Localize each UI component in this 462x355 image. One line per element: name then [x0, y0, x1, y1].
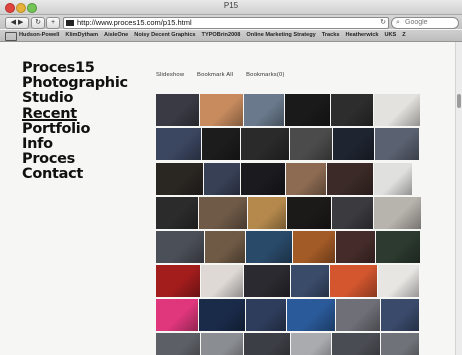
photo-thumbnail[interactable]	[244, 333, 290, 355]
photo-thumbnail[interactable]	[248, 197, 286, 229]
photo-thumbnail[interactable]	[374, 163, 412, 195]
bookmark-item[interactable]: Tracks	[322, 30, 340, 41]
photo-thumbnail[interactable]	[375, 128, 419, 160]
bookmark-item[interactable]: AisleOne	[104, 30, 128, 41]
window-title: P15	[223, 1, 239, 10]
vertical-scrollbar[interactable]	[455, 42, 462, 355]
nav-item-contact[interactable]: Contact	[22, 167, 128, 182]
rss-arrow-icon[interactable]: ↻	[380, 18, 386, 28]
photo-thumbnail[interactable]	[333, 128, 374, 160]
photo-thumbnail[interactable]	[290, 128, 332, 160]
logo-line-1[interactable]: Proces15	[22, 60, 128, 76]
photo-thumbnail[interactable]	[285, 94, 330, 126]
photo-thumbnail[interactable]	[291, 333, 331, 355]
photo-thumbnail[interactable]	[293, 231, 335, 263]
add-bookmark-button[interactable]: +	[46, 17, 60, 29]
photo-thumbnail[interactable]	[378, 265, 419, 297]
search-icon: ⌕	[396, 19, 400, 26]
photo-thumbnail[interactable]	[246, 231, 292, 263]
back-forward-button[interactable]: ◀ ▶	[5, 17, 29, 29]
browser-window: P15 ◀ ▶ ↻ + http://www.proces15.com/p15.…	[0, 0, 462, 355]
slideshow-link[interactable]: Slideshow	[156, 72, 184, 78]
logo-line-3[interactable]: Studio	[22, 91, 128, 106]
photo-thumbnail[interactable]	[332, 333, 380, 355]
photo-thumbnail[interactable]	[156, 197, 198, 229]
nav-item-recent[interactable]: Recent	[22, 106, 128, 122]
photo-thumbnail[interactable]	[246, 299, 286, 331]
nav-item-portfolio[interactable]: Portfolio	[22, 121, 128, 137]
photo-thumbnail[interactable]	[241, 128, 289, 160]
photo-thumbnail[interactable]	[336, 299, 380, 331]
bookmarks-bar: Hudson-Powell KlimDytham AisleOne Noisy Dec…	[0, 30, 462, 42]
photo-thumbnail[interactable]	[381, 299, 419, 331]
logo-line-2[interactable]: Photographic	[22, 76, 128, 91]
web-page: Proces15 Photographic Studio Recent Port…	[0, 42, 462, 355]
photo-thumbnail[interactable]	[244, 265, 290, 297]
photo-thumbnail[interactable]	[201, 333, 243, 355]
bookmark-item[interactable]: Online Marketing Strategy	[246, 30, 315, 41]
photo-thumbnail[interactable]	[291, 265, 329, 297]
photo-thumbnail[interactable]	[330, 265, 377, 297]
bookmark-item[interactable]: TYPOBrin2008	[202, 30, 241, 41]
bookmark-all-link[interactable]: Bookmark All	[197, 72, 233, 78]
browser-toolbar: ◀ ▶ ↻ + http://www.proces15.com/p15.html…	[0, 15, 462, 29]
photo-thumbnail[interactable]	[374, 94, 420, 126]
photo-thumbnail[interactable]	[156, 94, 199, 126]
photo-thumbnail[interactable]	[204, 163, 240, 195]
reload-button[interactable]: ↻	[31, 17, 45, 29]
bookmarks-book-icon[interactable]	[5, 32, 17, 41]
nav-item-info[interactable]: Info	[22, 136, 128, 152]
photo-thumbnail[interactable]	[336, 231, 375, 263]
bookmarks-list: Hudson-Powell KlimDytham AisleOne Noisy Dec…	[19, 30, 412, 41]
site-navigation: Proces15 Photographic Studio Recent Port…	[22, 60, 128, 183]
photo-thumbnail[interactable]	[376, 231, 420, 263]
photo-thumbnail[interactable]	[199, 197, 247, 229]
nav-item-proces[interactable]: Proces	[22, 152, 128, 167]
gallery-submenu: Slideshow Bookmark All Bookmarks(0)	[156, 72, 296, 78]
photo-thumbnail[interactable]	[286, 163, 326, 195]
bookmark-item[interactable]: KlimDytham	[65, 30, 98, 41]
site-favicon-icon	[66, 20, 74, 26]
bookmark-item[interactable]: Noisy Decent Graphics	[134, 30, 195, 41]
url-text: http://www.proces15.com/p15.html	[77, 18, 192, 27]
photo-thumbnail[interactable]	[205, 231, 245, 263]
photo-thumbnail[interactable]	[244, 94, 284, 126]
bookmark-item[interactable]: Hudson-Powell	[19, 30, 59, 41]
photo-thumbnail[interactable]	[156, 265, 200, 297]
photo-thumbnail[interactable]	[241, 163, 285, 195]
bookmarks-count-link[interactable]: Bookmarks(0)	[246, 72, 284, 78]
photo-thumbnail[interactable]	[287, 197, 331, 229]
photo-thumbnail[interactable]	[202, 128, 240, 160]
address-bar[interactable]: http://www.proces15.com/p15.html ↻	[63, 17, 389, 29]
photo-thumbnail[interactable]	[199, 299, 245, 331]
photo-thumbnail[interactable]	[156, 299, 198, 331]
photo-thumbnail[interactable]	[327, 163, 373, 195]
title-bar: P15	[0, 0, 462, 15]
photo-thumbnail[interactable]	[331, 94, 373, 126]
photo-thumbnail[interactable]	[200, 94, 243, 126]
photo-thumbnail[interactable]	[156, 333, 200, 355]
photo-thumbnail[interactable]	[156, 128, 201, 160]
photo-thumbnail[interactable]	[381, 333, 419, 355]
photo-thumbnail[interactable]	[332, 197, 373, 229]
photo-thumbnail[interactable]	[287, 299, 335, 331]
photo-thumbnail[interactable]	[156, 231, 204, 263]
search-field[interactable]: ⌕	[391, 17, 459, 29]
photo-thumbnail[interactable]	[374, 197, 421, 229]
scrollbar-thumb[interactable]	[457, 94, 461, 108]
bookmark-item[interactable]: UKS	[384, 30, 396, 41]
bookmark-item[interactable]: Heatherwick	[345, 30, 378, 41]
photo-thumbnail[interactable]	[201, 265, 243, 297]
bookmark-item[interactable]: Z	[402, 30, 405, 41]
search-input[interactable]	[405, 18, 455, 28]
photo-thumbnail[interactable]	[156, 163, 203, 195]
